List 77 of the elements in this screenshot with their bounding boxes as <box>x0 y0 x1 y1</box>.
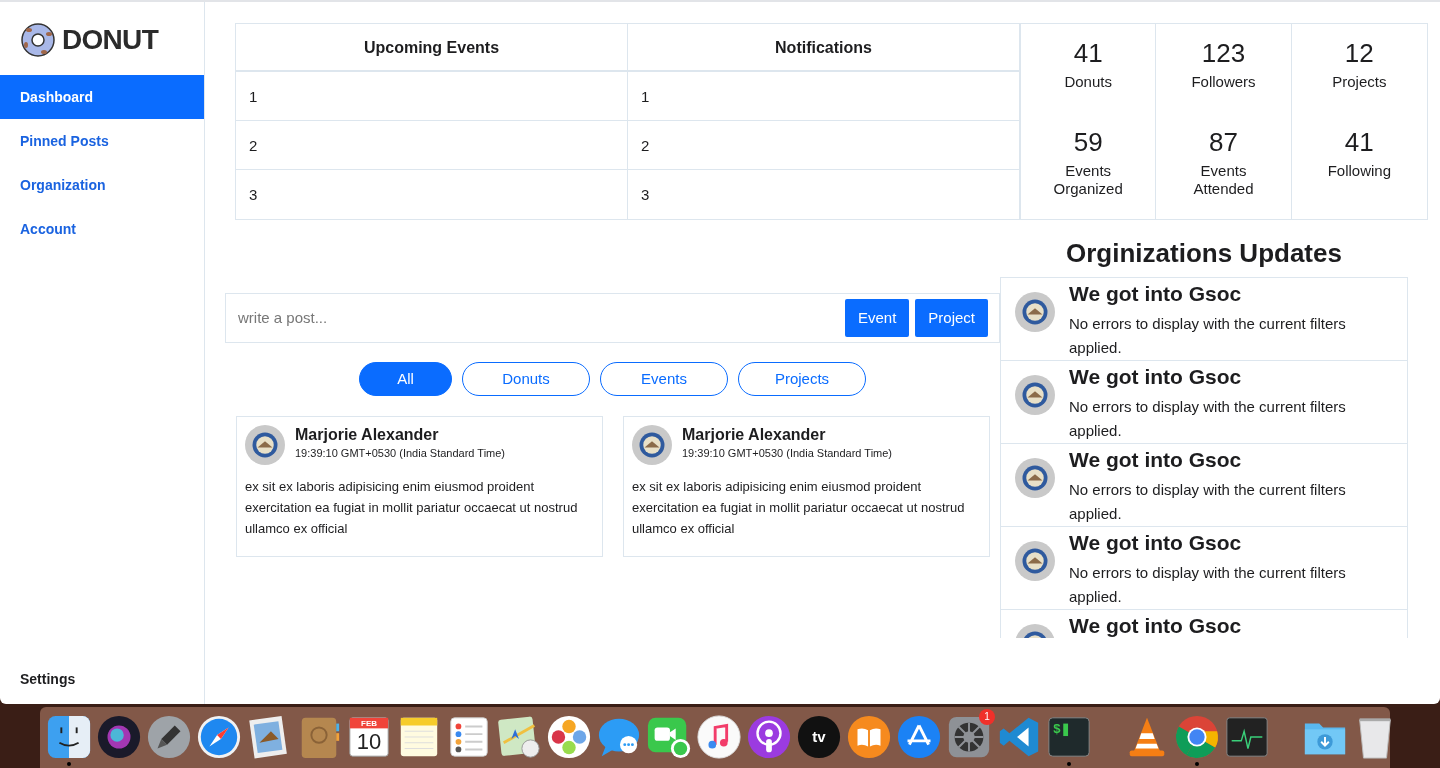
flower-icon[interactable] <box>546 714 592 760</box>
post-body: ex sit ex laboris adipisicing enim eiusmod proident exercitation ea fugiat in mollit pariatur occaecat ut nostrud ullamco ex official <box>632 478 966 538</box>
update-body: No errors to display with the current filters applied. <box>1069 314 1347 358</box>
post-body: ex sit ex laboris adipisicing enim eiusmod proident exercitation ea fugiat in mollit pariatur occaecat ut nostrud ullamco ex official <box>245 478 579 538</box>
calendar-icon[interactable]: FEB 10 <box>346 714 392 760</box>
filter-pill[interactable]: Projects <box>738 362 866 396</box>
stat-label: Donuts <box>1063 73 1113 91</box>
app-store-icon[interactable] <box>896 714 942 760</box>
stat-value: 87 <box>1209 125 1238 158</box>
terminal-icon[interactable]: $ <box>1046 714 1092 760</box>
update-body: No errors to display with the current filters applied. <box>1069 480 1347 524</box>
table-header: Upcoming Events <box>236 24 627 72</box>
music-note-icon[interactable] <box>696 714 742 760</box>
update-title: We got into Gsoc <box>1069 613 1242 638</box>
sidebar-item[interactable]: Dashboard <box>0 75 204 119</box>
chrome-icon[interactable] <box>1174 714 1220 760</box>
avatar-icon <box>245 425 285 465</box>
table-cell-text: 3 <box>248 185 259 205</box>
stat-label: Followers <box>1190 73 1257 91</box>
stat-label: Projects <box>1331 73 1388 91</box>
table-cell: 1 <box>236 72 627 121</box>
filter-pill[interactable]: Events <box>600 362 728 396</box>
table-cell: 2 <box>236 121 627 170</box>
tv-app-icon[interactable]: tv <box>796 714 842 760</box>
update-body: No errors to display with the current filters applied. <box>1069 397 1347 441</box>
avatar-icon <box>1015 375 1055 415</box>
notification-badge: 1 <box>979 709 995 725</box>
avatar-icon <box>1015 292 1055 332</box>
sidebar-item[interactable]: Account <box>0 207 204 251</box>
map-icon[interactable] <box>496 714 542 760</box>
stat-label: Events Organized <box>1052 161 1124 198</box>
post-type-button[interactable]: Project <box>915 299 988 337</box>
stat-value: 41 <box>1344 125 1374 158</box>
logo-text: DONUT <box>62 23 159 57</box>
donut-logo-icon <box>20 22 56 58</box>
compass-icon[interactable] <box>196 714 242 760</box>
calendar-day: 10 <box>346 730 392 754</box>
sidebar-item[interactable]: Pinned Posts <box>0 119 204 163</box>
filter-pill[interactable]: All <box>359 362 452 396</box>
podcast-icon[interactable] <box>746 714 792 760</box>
post-type-button[interactable]: Event <box>844 299 910 337</box>
update-title: We got into Gsoc <box>1069 530 1243 556</box>
smiling-face-icon[interactable] <box>46 714 92 760</box>
update-title: We got into Gsoc <box>1069 281 1243 307</box>
post-time: 19:39:10 GMT+0530 (India Standard Time) <box>682 446 893 461</box>
table-cell-text: 3 <box>640 185 651 205</box>
settings-link[interactable]: Settings <box>0 669 204 704</box>
avatar-icon <box>632 425 672 465</box>
stat-label: Events Attended <box>1192 161 1255 198</box>
stat-value: 123 <box>1201 37 1246 69</box>
post-author: Marjorie Alexander <box>295 425 440 445</box>
stat-value: 59 <box>1073 125 1103 158</box>
section-title: Orginizations Updates <box>1065 237 1343 270</box>
table-cell: 1 <box>628 72 1019 121</box>
table-header: Notifications <box>628 24 1019 72</box>
open-book-icon[interactable] <box>846 714 892 760</box>
avatar-icon <box>1015 458 1055 498</box>
update-title: We got into Gsoc <box>1069 364 1243 390</box>
calendar-month: FEB <box>360 718 378 729</box>
post-author: Marjorie Alexander <box>682 425 827 445</box>
gear-icon[interactable] <box>946 714 992 760</box>
table-cell: 2 <box>628 121 1019 170</box>
post-input-field[interactable]: write a post... <box>238 306 839 330</box>
prompt-symbol: $ <box>1053 722 1061 738</box>
post-time: 19:39:10 GMT+0530 (India Standard Time) <box>295 446 506 461</box>
update-title: We got into Gsoc <box>1069 447 1243 473</box>
stat-value: 41 <box>1073 37 1103 69</box>
filter-pill[interactable]: Donuts <box>462 362 590 396</box>
tv-label: tv <box>811 727 827 747</box>
orb-icon[interactable] <box>96 714 142 760</box>
update-body: No errors to display with the current filters applied. <box>1069 563 1347 607</box>
stat-value: 12 <box>1344 37 1374 69</box>
sidebar-item[interactable]: Organization <box>0 163 204 207</box>
avatar-icon <box>1015 541 1055 581</box>
stat-label: Following <box>1326 161 1392 180</box>
heartbeat-monitor-icon[interactable] <box>1224 714 1270 760</box>
post-composer-field[interactable]: write a post... Event Project <box>225 293 1000 343</box>
